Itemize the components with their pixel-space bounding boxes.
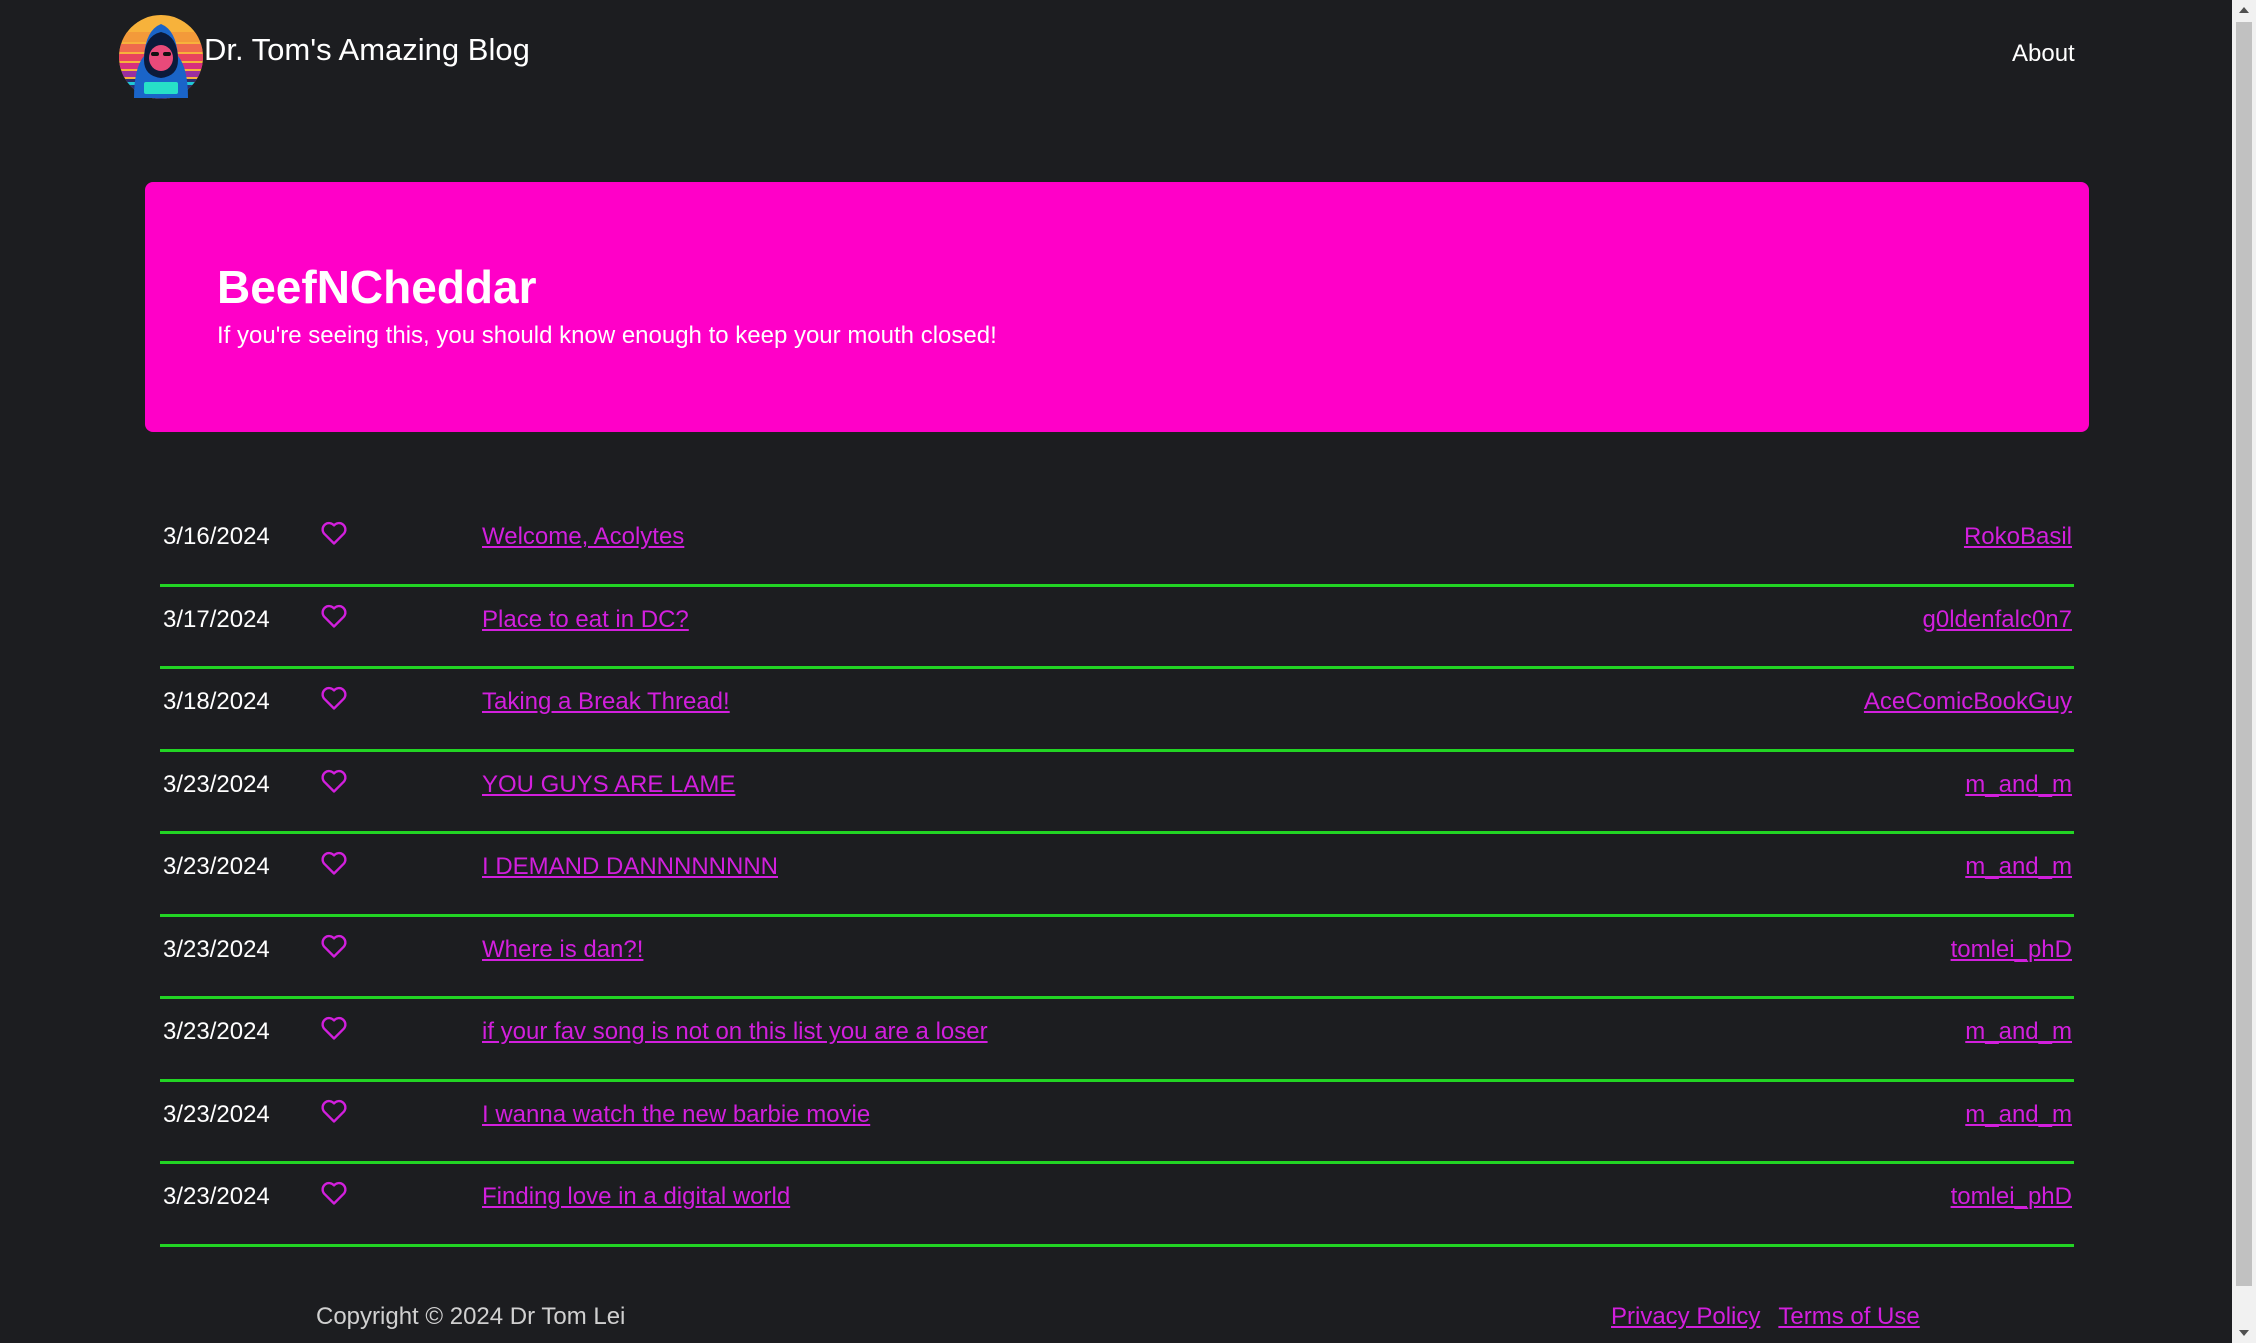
heart-icon[interactable]: [320, 768, 348, 794]
post-title-link[interactable]: if your fav song is not on this list you…: [482, 1018, 988, 1046]
post-row: 3/23/2024 Finding love in a digital worl…: [160, 1164, 2074, 1247]
hacker-logo-icon: [119, 15, 203, 99]
top-navbar: Dr. Tom's Amazing Blog About: [0, 0, 2232, 110]
post-title-link[interactable]: YOU GUYS ARE LAME: [482, 771, 735, 799]
post-author-link[interactable]: m_and_m: [1965, 1018, 2072, 1046]
post-row: 3/17/2024 Place to eat in DC? g0ldenfalc…: [160, 587, 2074, 669]
post-title-link[interactable]: I wanna watch the new barbie movie: [482, 1101, 870, 1129]
footer-links: Privacy Policy Terms of Use: [1611, 1303, 1920, 1331]
post-row: 3/23/2024 YOU GUYS ARE LAME m_and_m: [160, 752, 2074, 834]
hero-banner: BeefNCheddar If you're seeing this, you …: [145, 182, 2089, 432]
post-date: 3/23/2024: [163, 770, 270, 798]
post-title-link[interactable]: Place to eat in DC?: [482, 606, 689, 634]
post-author-link[interactable]: tomlei_phD: [1951, 1183, 2072, 1211]
post-title-link[interactable]: Finding love in a digital world: [482, 1183, 790, 1211]
site-title[interactable]: Dr. Tom's Amazing Blog: [204, 32, 530, 68]
post-title-link[interactable]: Taking a Break Thread!: [482, 688, 730, 716]
post-row: 3/23/2024 Where is dan?! tomlei_phD: [160, 917, 2074, 999]
vertical-scrollbar[interactable]: [2232, 0, 2256, 1343]
scroll-up-arrow-icon[interactable]: [2232, 0, 2256, 20]
post-date: 3/23/2024: [163, 1018, 270, 1045]
post-row: 3/23/2024 I DEMAND DANNNNNNNN m_and_m: [160, 834, 2074, 917]
scrollbar-thumb[interactable]: [2236, 22, 2252, 1286]
heart-icon[interactable]: [320, 520, 348, 546]
post-date: 3/18/2024: [163, 688, 270, 715]
post-row: 3/18/2024 Taking a Break Thread! AceComi…: [160, 669, 2074, 752]
post-date: 3/23/2024: [163, 1100, 270, 1128]
hero-subtitle: If you're seeing this, you should know e…: [217, 322, 997, 349]
post-list: 3/16/2024 Welcome, Acolytes RokoBasil 3/…: [160, 504, 2074, 1247]
heart-icon[interactable]: [320, 603, 348, 629]
nav-about-link[interactable]: About: [2012, 40, 2075, 68]
post-date: 3/23/2024: [163, 935, 270, 963]
hero-title: BeefNCheddar: [217, 261, 537, 313]
post-row: 3/16/2024 Welcome, Acolytes RokoBasil: [160, 504, 2074, 587]
heart-icon[interactable]: [320, 1180, 348, 1206]
terms-of-use-link[interactable]: Terms of Use: [1778, 1303, 1919, 1331]
footer-copyright: Copyright © 2024 Dr Tom Lei: [316, 1303, 626, 1330]
post-date: 3/17/2024: [163, 605, 270, 633]
privacy-policy-link[interactable]: Privacy Policy: [1611, 1303, 1760, 1331]
post-date: 3/23/2024: [163, 1183, 270, 1210]
brand[interactable]: Dr. Tom's Amazing Blog: [104, 10, 530, 100]
post-date: 3/16/2024: [163, 523, 270, 550]
heart-icon[interactable]: [320, 1098, 348, 1124]
post-title-link[interactable]: Welcome, Acolytes: [482, 523, 684, 551]
post-author-link[interactable]: RokoBasil: [1964, 523, 2072, 551]
post-row: 3/23/2024 I wanna watch the new barbie m…: [160, 1082, 2074, 1164]
post-date: 3/23/2024: [163, 853, 270, 880]
post-title-link[interactable]: Where is dan?!: [482, 936, 643, 964]
post-row: 3/23/2024 if your fav song is not on thi…: [160, 999, 2074, 1082]
scroll-down-arrow-icon[interactable]: [2232, 1323, 2256, 1343]
heart-icon[interactable]: [320, 685, 348, 711]
post-author-link[interactable]: m_and_m: [1965, 1101, 2072, 1129]
post-author-link[interactable]: g0ldenfalc0n7: [1923, 606, 2072, 634]
heart-icon[interactable]: [320, 933, 348, 959]
post-author-link[interactable]: tomlei_phD: [1951, 936, 2072, 964]
post-author-link[interactable]: m_and_m: [1965, 853, 2072, 881]
post-author-link[interactable]: AceComicBookGuy: [1864, 688, 2072, 716]
post-title-link[interactable]: I DEMAND DANNNNNNNN: [482, 853, 778, 881]
heart-icon[interactable]: [320, 1015, 348, 1041]
heart-icon[interactable]: [320, 850, 348, 876]
page: Dr. Tom's Amazing Blog About BeefNChedda…: [0, 0, 2256, 1343]
post-author-link[interactable]: m_and_m: [1965, 771, 2072, 799]
